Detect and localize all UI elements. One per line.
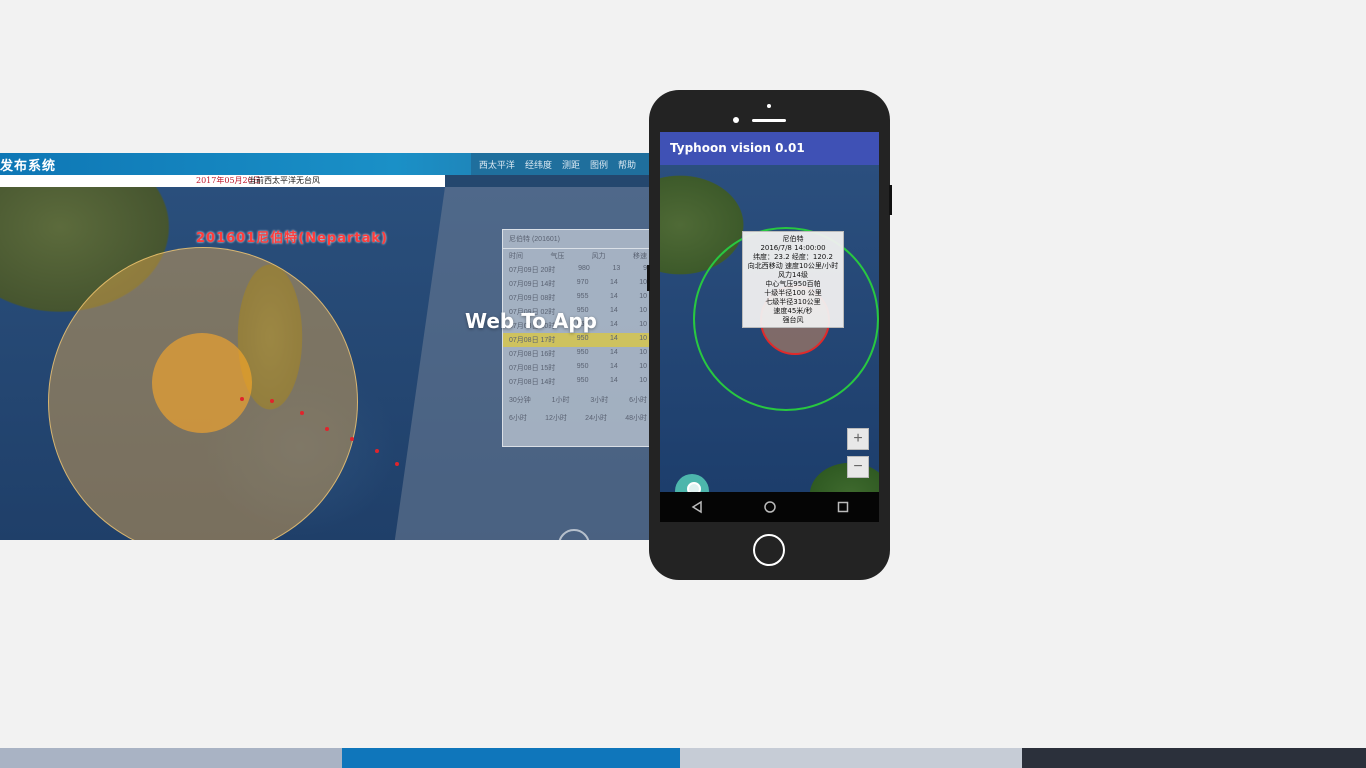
table-cell: 10 [639,307,647,314]
zoom-in-button[interactable]: + [847,428,869,450]
track-point[interactable] [350,437,354,441]
table-row[interactable]: 07月08日 16时 950 14 10 [503,347,653,361]
app-title-bar: Typhoon vision 0.01 [660,132,879,165]
table-cell: 14 [609,307,618,314]
web-toolbar: 西太平洋 经纬度 测距 图例 帮助 [470,153,660,175]
strip-segment [1022,748,1366,768]
table-row[interactable]: 07月08日 17时 950 14 10 [503,333,653,347]
track-point[interactable] [395,462,399,466]
table-cell: 980 [578,265,590,272]
table-cell: 07月09日 08时 [509,295,556,302]
toolbar-item-latlon[interactable]: 经纬度 [525,158,552,171]
web-to-app-label: Web To App [465,309,597,333]
table-cell: 10 [639,363,647,370]
popup-wind-speed: 速度45米/秒 [773,307,813,315]
home-button[interactable] [753,534,785,566]
toolbar-item-legend[interactable]: 图例 [590,158,608,171]
toolbar-item-help[interactable]: 帮助 [618,158,636,171]
table-cell: 950 [576,349,589,356]
phone-sensor [767,104,771,108]
table-cell: 07月09日 20时 [509,267,556,274]
table-cell: 10 [639,293,647,300]
back-icon[interactable] [690,500,704,514]
table-cell: 14 [609,363,618,370]
table-row[interactable]: 07月09日 20时 980 13 9 [503,263,653,277]
home-icon[interactable] [763,500,777,514]
ten-level-wind-circle [152,333,252,433]
track-point[interactable] [240,397,244,401]
table-cell: 07月09日 14时 [509,281,556,288]
table-row[interactable]: 07月09日 14时 970 14 10 [503,277,653,291]
strip-segment [0,748,342,768]
table-cell: 970 [576,279,589,286]
table-cell: 07月08日 16时 [509,351,556,358]
popup-name: 尼伯特 [782,235,804,243]
popup-coordinates: 纬度：23.2 经度：120.2 [753,253,833,261]
phone-volume-button [647,265,650,291]
phone-speaker [752,119,786,122]
track-point[interactable] [375,449,379,453]
popup-category: 强台风 [782,316,804,324]
forecast-buttons-2[interactable]: 6小时 12小时 24小时 48小时 [503,411,653,425]
table-cell: 14 [609,377,618,384]
table-cell: 07月08日 15时 [509,365,556,372]
track-point[interactable] [325,427,329,431]
table-cell: 955 [576,293,589,300]
table-cell: 13 [612,265,621,272]
table-cell: 950 [576,377,589,384]
web-screenshot-panel: 201601尼伯特(Nepartak) 尼伯特 (201601) 时间 气压 风… [0,153,660,540]
track-table-columns: 时间 气压 风力 移速 [509,253,647,260]
table-cell: 10 [639,279,647,286]
status-bar: 2017年05月20日 当前西太平洋无台风 [0,175,445,187]
table-cell: 14 [609,279,618,286]
popup-wind-level: 风力14级 [778,271,808,279]
table-cell: 10 [639,377,647,384]
track-table: 尼伯特 (201601) 时间 气压 风力 移速 07月09日 20时 980 13… [502,229,654,447]
track-table-header: 尼伯特 (201601) [503,230,653,249]
track-point[interactable] [300,411,304,415]
web-header: 发布系统 西太平洋 经纬度 测距 图例 帮助 [0,153,660,175]
table-cell: 14 [609,321,618,328]
popup-time: 2016/7/8 14:00:00 [760,244,826,252]
zoom-out-button[interactable]: − [847,456,869,478]
typhoon-name-label: 201601尼伯特(Nepartak) [196,231,388,246]
forecast-buttons-1[interactable]: 30分钟 1小时 3小时 6小时 [503,393,653,407]
table-cell: 950 [576,335,589,342]
popup-seven-level-radius: 七级半径310公里 [765,298,821,306]
table-cell: 14 [609,335,618,342]
popup-ten-level-radius: 十级半径100 公里 [764,289,822,297]
phone-screen: Typhoon vision 0.01 尼伯特 2016/7/8 14:00:0… [660,132,879,522]
bottom-color-strip [0,748,1366,768]
strip-segment [680,748,1022,768]
table-row[interactable]: 07月09日 08时 955 14 10 [503,291,653,305]
table-cell: 10 [639,349,647,356]
phone-map[interactable]: 尼伯特 2016/7/8 14:00:00 纬度：23.2 经度：120.2 向… [660,165,879,508]
table-cell: 950 [576,363,589,370]
table-cell: 14 [609,349,618,356]
phone-camera [733,117,739,123]
toolbar-item-measure[interactable]: 测距 [562,158,580,171]
toolbar-item-region[interactable]: 西太平洋 [479,158,515,171]
android-nav-bar [660,492,879,522]
typhoon-info-popup: 尼伯特 2016/7/8 14:00:00 纬度：23.2 经度：120.2 向… [742,231,844,328]
phone-power-button [889,185,892,215]
track-point[interactable] [270,399,274,403]
system-title: 发布系统 [0,159,57,174]
table-cell: 07月08日 17时 [509,337,556,344]
table-cell: 10 [639,321,647,328]
popup-movement: 向北西移动 速度10公里/小时 [747,262,839,270]
current-status: 当前西太平洋无台风 [248,176,320,185]
table-cell: 10 [639,335,647,342]
strip-segment [342,748,680,768]
table-row[interactable]: 07月08日 15时 950 14 10 [503,361,653,375]
table-cell: 07月08日 14时 [509,379,556,386]
satellite-map: 201601尼伯特(Nepartak) 尼伯特 (201601) 时间 气压 风… [0,187,660,540]
recents-icon[interactable] [836,500,850,514]
table-row[interactable]: 07月08日 14时 950 14 10 [503,375,653,389]
popup-pressure: 中心气压950百帕 [765,280,821,288]
table-cell: 14 [609,293,618,300]
